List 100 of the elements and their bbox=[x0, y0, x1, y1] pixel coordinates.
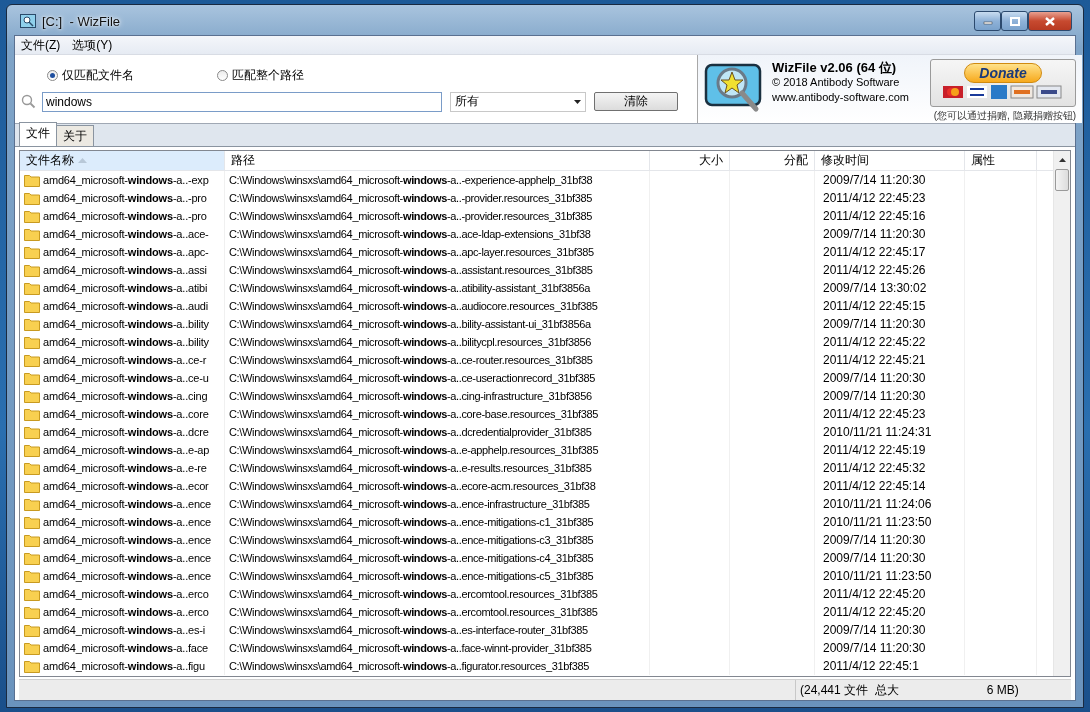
file-name: amd64_microsoft-windows-a..e-ap bbox=[43, 444, 210, 456]
file-name: amd64_microsoft-windows-a..dcre bbox=[43, 426, 209, 438]
file-path: C:\Windows\winsxs\amd64_microsoft-windows-a..bility-assistant-ui_31bf3856a bbox=[229, 318, 591, 330]
file-name: amd64_microsoft-windows-a..atibi bbox=[43, 282, 208, 294]
maximize-icon bbox=[1009, 16, 1020, 26]
modified-time: 2010/11/21 11:24:06 bbox=[822, 497, 932, 511]
folder-icon bbox=[24, 443, 40, 457]
modified-time: 2009/7/14 11:20:30 bbox=[822, 623, 926, 637]
modified-time: 2011/4/12 22:45:21 bbox=[822, 353, 926, 367]
filter-dropdown[interactable]: 所有 bbox=[450, 91, 586, 112]
close-button[interactable] bbox=[1028, 11, 1072, 31]
file-name: amd64_microsoft-windows-a..bility bbox=[43, 318, 209, 330]
file-path: C:\Windows\winsxs\amd64_microsoft-windows-a..ence-mitigations-c1_31bf385 bbox=[229, 516, 594, 528]
radio-label[interactable]: 匹配整个路径 bbox=[232, 66, 304, 84]
file-path: C:\Windows\winsxs\amd64_microsoft-windows-a..e-apphelp.resources_31bf385 bbox=[229, 444, 599, 456]
modified-time: 2010/11/21 11:23:50 bbox=[822, 515, 932, 529]
file-name: amd64_microsoft-windows-a..ence bbox=[43, 534, 212, 546]
modified-time: 2009/7/14 11:20:30 bbox=[822, 641, 926, 655]
modified-time: 2011/4/12 22:45:1 bbox=[822, 659, 919, 673]
status-text: (24,441 文件 总大 bbox=[799, 681, 899, 699]
folder-icon bbox=[24, 461, 40, 475]
modified-time: 2011/4/12 22:45:15 bbox=[822, 299, 926, 313]
column-header[interactable]: 分配 bbox=[730, 151, 815, 170]
column-header[interactable]: 属性 bbox=[965, 151, 1037, 170]
search-field[interactable]: windows bbox=[42, 91, 442, 112]
file-name: amd64_microsoft-windows-a..erco bbox=[43, 588, 209, 600]
tab[interactable]: 文件 bbox=[19, 122, 57, 146]
file-name: amd64_microsoft-windows-a..face bbox=[43, 642, 208, 654]
website-text: www.antibody-software.com bbox=[772, 90, 909, 105]
file-path: C:\Windows\winsxs\amd64_microsoft-windows-a..figurator.resources_31bf385 bbox=[229, 660, 589, 672]
clear-button[interactable]: 清除 bbox=[594, 92, 678, 111]
folder-icon bbox=[24, 659, 40, 673]
modified-time: 2011/4/12 22:45:22 bbox=[822, 335, 926, 349]
folder-icon bbox=[24, 641, 40, 655]
file-name: amd64_microsoft-windows-a..e-re bbox=[43, 462, 207, 474]
column-header[interactable]: 路径 bbox=[225, 151, 650, 170]
modified-time: 2011/4/12 22:45:23 bbox=[822, 407, 926, 421]
column-header[interactable]: 文件名称 bbox=[20, 151, 225, 170]
folder-icon bbox=[24, 263, 40, 277]
folder-icon bbox=[24, 281, 40, 295]
menu-item[interactable]: 文件(Z) bbox=[15, 36, 67, 54]
file-path: C:\Windows\winsxs\amd64_microsoft-windows-a..e-results.resources_31bf385 bbox=[229, 462, 592, 474]
file-path: C:\Windows\winsxs\amd64_microsoft-windows-a..assistant.resources_31bf385 bbox=[229, 264, 593, 276]
folder-icon bbox=[24, 173, 40, 187]
tab[interactable]: 关于 bbox=[56, 125, 94, 146]
file-path: C:\Windows\winsxs\amd64_microsoft-windows-a..-experience-apphelp_31bf38 bbox=[229, 174, 593, 186]
window-title: [C:] - WizFile bbox=[42, 13, 120, 29]
folder-icon bbox=[24, 551, 40, 565]
file-path: C:\Windows\winsxs\amd64_microsoft-windows-a..ence-mitigations-c3_31bf385 bbox=[229, 534, 594, 546]
modified-time: 2011/4/12 22:45:16 bbox=[822, 209, 926, 223]
file-path: C:\Windows\winsxs\amd64_microsoft-windows-a..ence-infrastructure_31bf385 bbox=[229, 498, 590, 510]
file-path: C:\Windows\winsxs\amd64_microsoft-windows-a..-provider.resources_31bf385 bbox=[229, 210, 592, 222]
file-name: amd64_microsoft-windows-a..ce-r bbox=[43, 354, 207, 366]
modified-time: 2011/4/12 22:45:23 bbox=[822, 191, 926, 205]
file-name: amd64_microsoft-windows-a..audi bbox=[43, 300, 208, 312]
file-path: C:\Windows\winsxs\amd64_microsoft-windows-a..ce-useractionrecord_31bf385 bbox=[229, 372, 596, 384]
file-name: amd64_microsoft-windows-a..assi bbox=[43, 264, 207, 276]
scrollbar[interactable] bbox=[1053, 151, 1070, 676]
radio-button[interactable] bbox=[47, 69, 58, 81]
file-path: C:\Windows\winsxs\amd64_microsoft-windows-a..cing-infrastructure_31bf3856 bbox=[229, 390, 592, 402]
radio-button[interactable] bbox=[217, 69, 228, 81]
scroll-thumb[interactable] bbox=[1055, 169, 1069, 191]
folder-icon bbox=[24, 245, 40, 259]
app-icon bbox=[20, 14, 36, 28]
search-icon bbox=[21, 94, 36, 109]
folder-icon bbox=[24, 605, 40, 619]
modified-time: 2009/7/14 11:20:30 bbox=[822, 533, 926, 547]
modified-time: 2009/7/14 11:20:30 bbox=[822, 227, 926, 241]
file-path: C:\Windows\winsxs\amd64_microsoft-windows-a..ercomtool.resources_31bf385 bbox=[229, 588, 598, 600]
folder-icon bbox=[24, 191, 40, 205]
donate-panel[interactable]: Donate bbox=[930, 59, 1076, 107]
minimize-button[interactable] bbox=[974, 11, 1001, 31]
column-header[interactable]: 修改时间 bbox=[815, 151, 965, 170]
file-path: C:\Windows\winsxs\amd64_microsoft-windows-a..core-base.resources_31bf385 bbox=[229, 408, 599, 420]
app-version: WizFile v2.06 (64 位) bbox=[772, 60, 898, 75]
maximize-button[interactable] bbox=[1001, 11, 1028, 31]
file-name: amd64_microsoft-windows-a..ce-u bbox=[43, 372, 209, 384]
folder-icon bbox=[24, 587, 40, 601]
radio-label[interactable]: 仅匹配文件名 bbox=[62, 66, 134, 84]
file-name: amd64_microsoft-windows-a..apc- bbox=[43, 246, 209, 258]
modified-time: 2011/4/12 22:45:19 bbox=[822, 443, 926, 457]
column-header[interactable]: 大小 bbox=[650, 151, 730, 170]
donate-button[interactable]: Donate bbox=[964, 63, 1042, 83]
file-path: C:\Windows\winsxs\amd64_microsoft-windows-a..ecore-acm.resources_31bf38 bbox=[229, 480, 596, 492]
folder-icon bbox=[24, 371, 40, 385]
status-text: 6 MB) bbox=[986, 683, 1019, 697]
file-path: C:\Windows\winsxs\amd64_microsoft-windows-a..ence-mitigations-c4_31bf385 bbox=[229, 552, 594, 564]
file-name: amd64_microsoft-windows-a..-pro bbox=[43, 210, 207, 222]
file-name: amd64_microsoft-windows-a..-pro bbox=[43, 192, 207, 204]
modified-time: 2011/4/12 22:45:17 bbox=[822, 245, 926, 259]
folder-icon bbox=[24, 569, 40, 583]
folder-icon bbox=[24, 497, 40, 511]
file-name: amd64_microsoft-windows-a..es-i bbox=[43, 624, 205, 636]
folder-icon bbox=[24, 209, 40, 223]
file-name: amd64_microsoft-windows-a..ence bbox=[43, 516, 212, 528]
folder-icon bbox=[24, 479, 40, 493]
folder-icon bbox=[24, 533, 40, 547]
file-path: C:\Windows\winsxs\amd64_microsoft-windows-a..ence-mitigations-c5_31bf385 bbox=[229, 570, 594, 582]
menu-item[interactable]: 选项(Y) bbox=[66, 36, 119, 54]
file-path: C:\Windows\winsxs\amd64_microsoft-windows-a..-provider.resources_31bf385 bbox=[229, 192, 592, 204]
